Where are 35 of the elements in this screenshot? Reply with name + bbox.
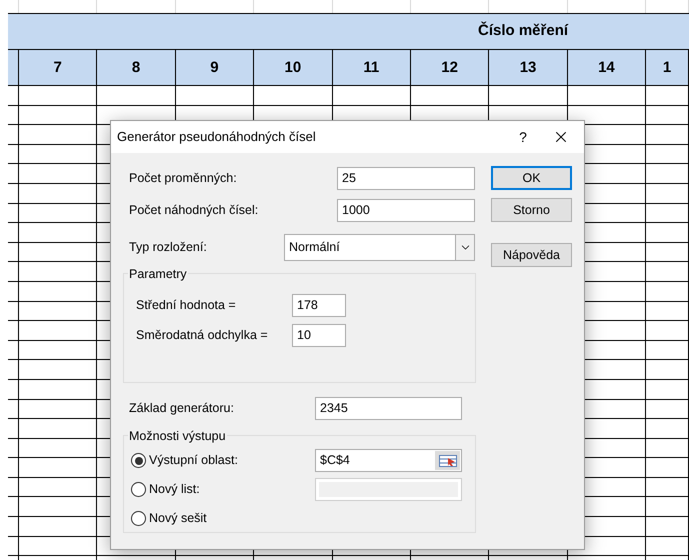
radio-label: Výstupní oblast:	[149, 452, 238, 470]
dialog-button[interactable]: Nápověda	[491, 243, 572, 267]
window-title: Generátor pseudonáhodných čísel	[117, 128, 317, 146]
field-label: Směrodatná odchylka =	[136, 326, 269, 344]
text-field[interactable]: 1000	[337, 199, 475, 222]
text-field[interactable]: 10	[292, 324, 346, 346]
radio-label: Nový sešit	[149, 510, 207, 528]
dialog-button[interactable]: Storno	[491, 198, 572, 222]
column-header: 13	[520, 58, 536, 78]
column-header: 1	[662, 58, 672, 78]
dialog-button[interactable]: OK	[491, 166, 572, 190]
field-label: Střední hodnota =	[136, 296, 237, 314]
column-header: 7	[54, 58, 62, 78]
help-button[interactable]: ?	[508, 122, 538, 152]
column-header: 12	[441, 58, 458, 78]
distribution-dropdown[interactable]: Normální	[284, 234, 475, 261]
field-label: Typ rozložení:	[128, 239, 208, 256]
radio-label: Nový list:	[149, 481, 200, 498]
field-label: Počet náhodných čísel:	[128, 202, 260, 220]
column-header: 8	[132, 58, 140, 78]
range-picker-icon[interactable]	[435, 451, 460, 470]
column-header: 11	[363, 58, 380, 78]
radio-button[interactable]	[131, 511, 146, 526]
radio-button[interactable]	[131, 482, 146, 497]
field-label: Počet proměnných:	[128, 170, 238, 188]
text-field[interactable]: 178	[292, 294, 346, 316]
range-field[interactable]: $C$4	[315, 449, 462, 472]
text-field[interactable]: 2345	[315, 397, 462, 420]
column-header: 10	[284, 58, 302, 78]
column-header: 9	[210, 58, 219, 78]
column-header: 14	[598, 58, 615, 78]
radio-button[interactable]	[131, 453, 146, 468]
text-field[interactable]: 25	[337, 167, 475, 190]
field-label: Základ generátoru:	[128, 400, 235, 418]
group-header: Číslo měření	[478, 20, 568, 42]
